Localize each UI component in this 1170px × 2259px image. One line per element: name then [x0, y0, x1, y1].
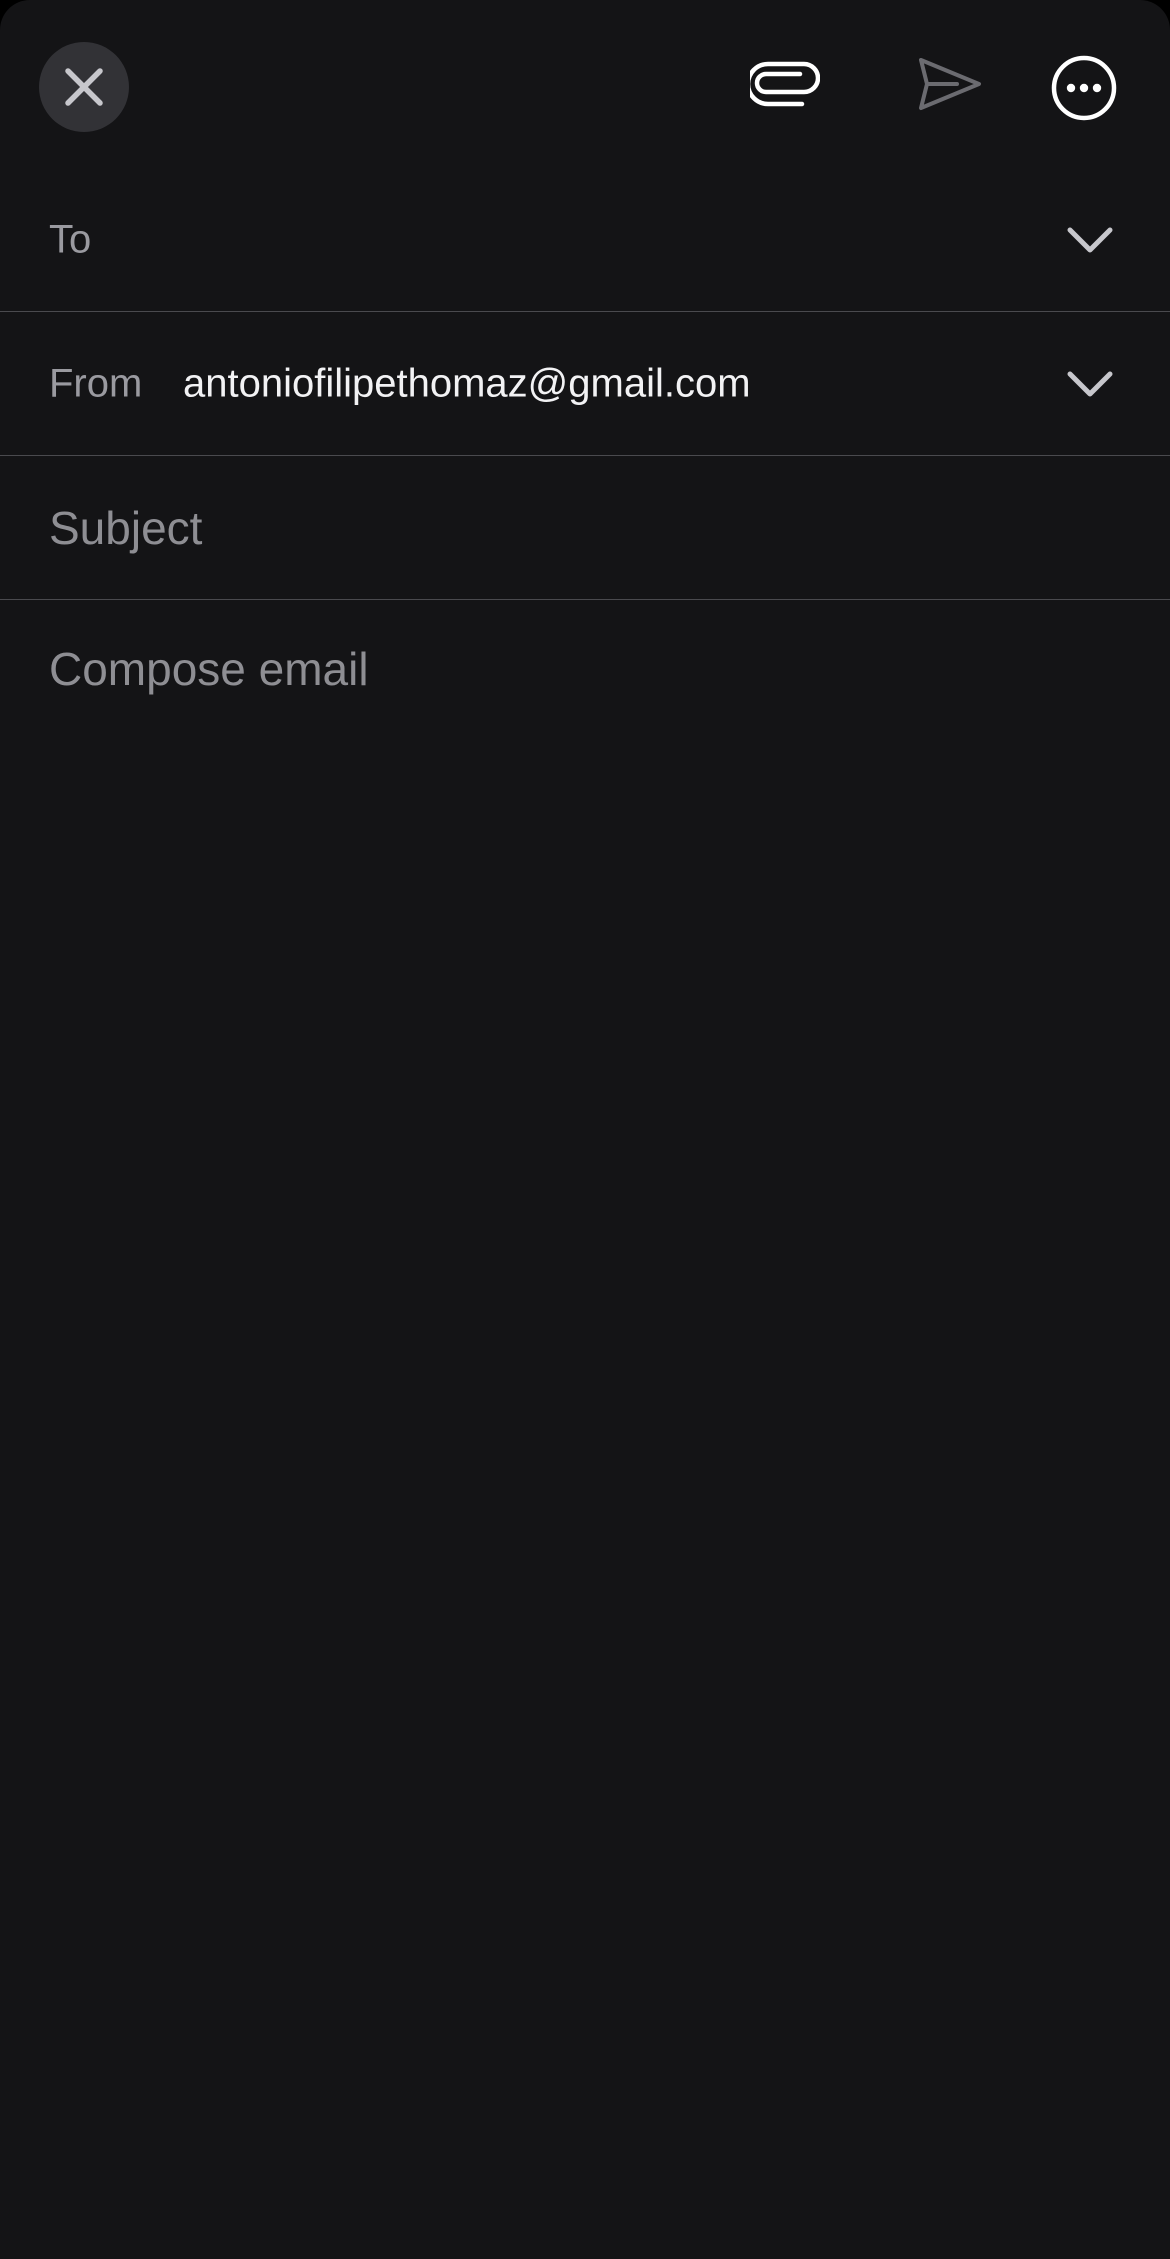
to-row[interactable]: To — [0, 168, 1170, 312]
compose-toolbar — [0, 0, 1170, 170]
compose-body-input[interactable] — [49, 640, 1119, 2200]
more-options-button[interactable] — [1040, 44, 1128, 132]
chevron-down-icon[interactable] — [1066, 369, 1114, 399]
close-icon — [65, 68, 103, 106]
paperclip-icon — [750, 61, 820, 107]
more-options-icon — [1051, 55, 1117, 121]
send-icon — [919, 58, 981, 110]
to-label: To — [49, 217, 92, 261]
from-row[interactable]: From antoniofilipethomaz@gmail.com — [0, 312, 1170, 456]
chevron-down-icon[interactable] — [1066, 225, 1114, 255]
send-button[interactable] — [905, 44, 995, 124]
subject-input[interactable] — [49, 492, 1119, 563]
from-address[interactable]: antoniofilipethomaz@gmail.com — [183, 361, 751, 406]
from-label: From — [49, 361, 143, 405]
compose-sheet: To From antoniofilipethomaz@gmail.com — [0, 0, 1170, 2259]
subject-row — [0, 456, 1170, 600]
attach-button[interactable] — [740, 44, 830, 124]
close-button[interactable] — [39, 42, 129, 132]
